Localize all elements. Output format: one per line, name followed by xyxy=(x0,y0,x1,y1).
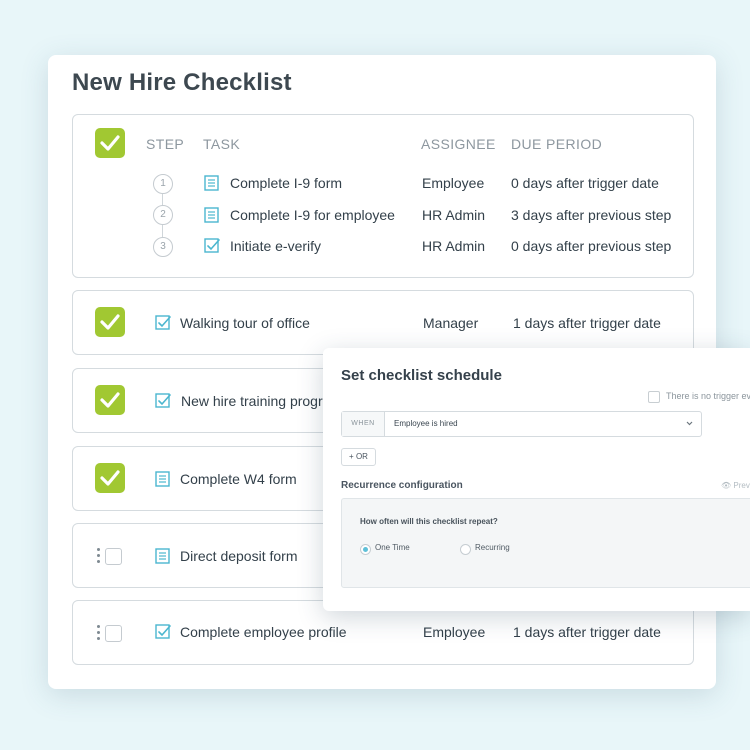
document-icon xyxy=(155,471,170,487)
column-header-assignee: ASSIGNEE xyxy=(421,136,496,152)
check-icon xyxy=(100,314,120,330)
step-connector xyxy=(162,225,163,237)
task-name[interactable]: Complete W4 form xyxy=(180,471,297,487)
checkbox-task-icon xyxy=(155,393,171,408)
task-name[interactable]: New hire training progr xyxy=(181,393,323,409)
trigger-select[interactable]: WHEN Employee is hired xyxy=(341,411,702,437)
eye-icon: 👁 xyxy=(721,481,732,490)
when-label: WHEN xyxy=(342,412,385,436)
item-checkbox[interactable] xyxy=(105,548,122,565)
check-icon xyxy=(100,135,120,151)
column-header-task: TASK xyxy=(203,136,241,152)
task-name[interactable]: Complete I-9 form xyxy=(230,175,342,191)
page-title: New Hire Checklist xyxy=(72,69,292,96)
radio-recurring[interactable] xyxy=(460,544,471,555)
task-due-period: 3 days after previous step xyxy=(511,207,672,223)
task-assignee: HR Admin xyxy=(422,207,486,223)
document-icon xyxy=(155,548,170,564)
checklist-group: STEP TASK ASSIGNEE DUE PERIOD 1 Complete… xyxy=(72,114,694,278)
step-number: 2 xyxy=(153,205,173,225)
trigger-value: Employee is hired xyxy=(394,419,458,428)
task-assignee: HR Admin xyxy=(422,238,486,254)
drag-handle-icon[interactable] xyxy=(97,548,101,564)
drag-handle-icon[interactable] xyxy=(97,625,101,641)
checkbox-task-icon xyxy=(155,315,171,330)
task-assignee: Employee xyxy=(422,175,485,191)
task-due-period: 0 days after trigger date xyxy=(511,175,659,191)
recurrence-title: Recurrence configuration xyxy=(341,480,463,491)
no-trigger-label: There is no trigger ev xyxy=(666,391,750,401)
checkbox-task-icon xyxy=(204,238,220,253)
group-checkbox[interactable] xyxy=(95,128,125,158)
step-number: 1 xyxy=(153,174,173,194)
preview-label: Prev xyxy=(733,481,750,490)
radio-label-one-time: One Time xyxy=(375,543,410,552)
modal-title: Set checklist schedule xyxy=(341,367,502,384)
column-header-step: STEP xyxy=(146,136,185,152)
document-icon xyxy=(204,207,219,223)
checkbox-task-icon xyxy=(155,624,171,639)
task-name[interactable]: Direct deposit form xyxy=(180,548,297,564)
task-due-period: 1 days after trigger date xyxy=(513,624,661,640)
schedule-modal: Set checklist schedule There is no trigg… xyxy=(323,348,750,611)
task-name[interactable]: Complete employee profile xyxy=(180,624,347,640)
recurrence-panel: How often will this checklist repeat? On… xyxy=(341,498,750,588)
task-name[interactable]: Initiate e-verify xyxy=(230,238,321,254)
task-assignee: Manager xyxy=(423,315,479,331)
radio-label-recurring: Recurring xyxy=(475,543,510,552)
radio-one-time[interactable] xyxy=(360,544,371,555)
column-header-due-period: DUE PERIOD xyxy=(511,136,603,152)
item-checkbox[interactable] xyxy=(105,625,122,642)
item-checkbox[interactable] xyxy=(95,463,125,493)
item-checkbox[interactable] xyxy=(95,307,125,337)
task-name[interactable]: Complete I-9 for employee xyxy=(230,207,395,223)
item-checkbox[interactable] xyxy=(95,385,125,415)
preview-link[interactable]: 👁 Prev xyxy=(721,481,750,490)
task-due-period: 1 days after trigger date xyxy=(513,315,661,331)
task-name[interactable]: Walking tour of office xyxy=(180,315,310,331)
chevron-down-icon xyxy=(686,421,693,426)
check-icon xyxy=(100,470,120,486)
task-assignee: Employee xyxy=(423,624,486,640)
task-due-period: 0 days after previous step xyxy=(511,238,672,254)
no-trigger-checkbox[interactable] xyxy=(648,391,660,403)
recurrence-question: How often will this checklist repeat? xyxy=(360,517,498,526)
add-or-button[interactable]: + OR xyxy=(341,448,376,466)
document-icon xyxy=(204,175,219,191)
step-number: 3 xyxy=(153,237,173,257)
check-icon xyxy=(100,392,120,408)
checklist-item[interactable]: Walking tour of office Manager 1 days af… xyxy=(72,290,694,355)
